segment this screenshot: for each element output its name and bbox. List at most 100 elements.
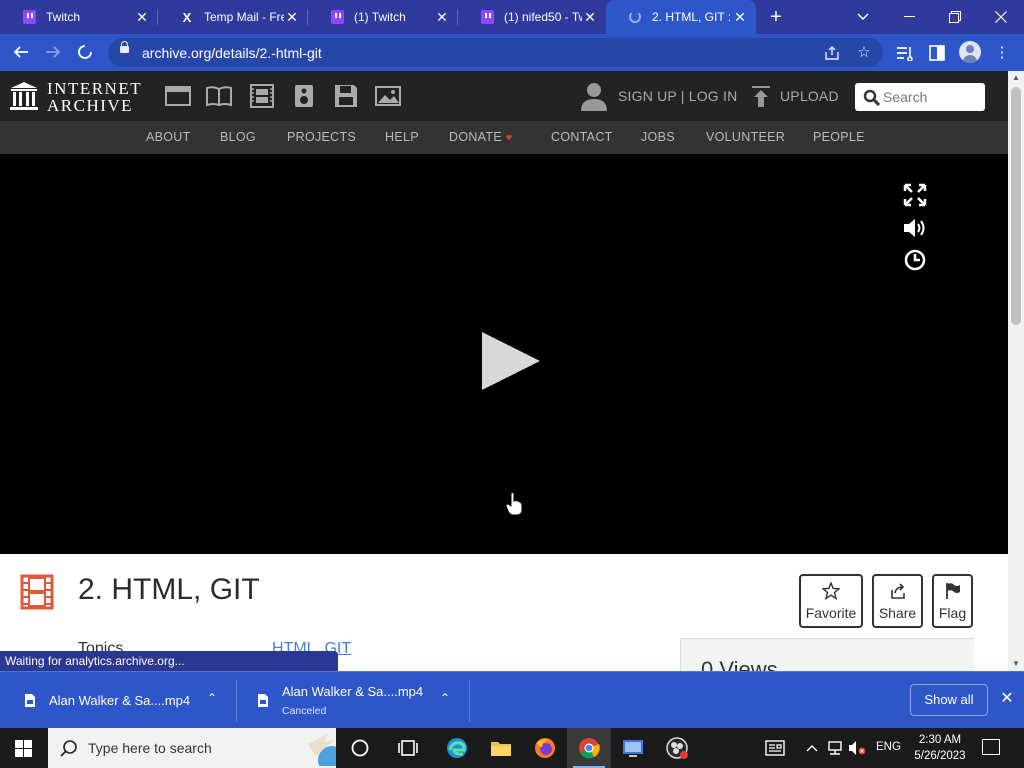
images-icon[interactable] (375, 84, 401, 108)
tab-title: (1) nifed50 - Tw (504, 10, 582, 24)
nav-people[interactable]: PEOPLE (813, 130, 865, 144)
twitch-icon (480, 10, 494, 24)
news-widget-icon[interactable] (764, 739, 786, 757)
url-text[interactable]: archive.org/details/2.-html-git (142, 45, 322, 61)
clock-time: 2:30 AM (918, 734, 962, 746)
nav-volunteer[interactable]: VOLUNTEER (706, 130, 785, 144)
clock-icon[interactable] (903, 248, 927, 272)
nav-about[interactable]: ABOUT (146, 130, 191, 144)
obs-icon[interactable] (655, 728, 699, 768)
close-icon[interactable]: ✕ (732, 9, 748, 25)
tab-temp-mail[interactable]: X Temp Mail - Fre ✕ (158, 0, 308, 34)
tab-twitch[interactable]: Twitch ✕ (0, 0, 158, 34)
twitch-icon (330, 10, 344, 24)
tab-search-icon[interactable] (840, 0, 886, 34)
nav-donate[interactable]: DONATE ♥ (449, 130, 513, 144)
chevron-up-icon[interactable]: ⌃ (437, 691, 453, 707)
page-scrollbar[interactable]: ▲ ▼ (1008, 71, 1024, 671)
tab-title: Temp Mail - Fre (204, 10, 284, 24)
close-icon[interactable]: ✕ (582, 9, 598, 25)
chevron-up-icon[interactable]: ⌃ (204, 691, 220, 707)
nav-blog[interactable]: BLOG (220, 130, 256, 144)
web-icon[interactable] (165, 84, 191, 108)
close-icon[interactable]: ✕ (284, 9, 300, 25)
share-icon[interactable] (822, 43, 842, 63)
download-filename: Alan Walker & Sa....mp4 (282, 684, 424, 699)
volume-muted-icon[interactable] (848, 739, 866, 757)
user-icon[interactable] (580, 81, 608, 111)
edge-icon[interactable] (435, 728, 479, 768)
cortana-icon[interactable] (338, 728, 382, 768)
minimize-button[interactable] (886, 0, 932, 34)
volume-icon[interactable] (903, 216, 927, 240)
forward-button[interactable] (42, 41, 64, 63)
software-icon[interactable] (333, 84, 359, 108)
search-highlight-icon[interactable] (306, 730, 336, 766)
upload-icon[interactable] (752, 86, 770, 108)
lock-icon[interactable] (120, 41, 129, 53)
download-status: Canceled (282, 705, 327, 717)
nav-jobs[interactable]: JOBS (641, 130, 675, 144)
taskbar-search-box[interactable]: Type here to search (48, 728, 336, 768)
flag-icon (945, 583, 960, 599)
tab-html-git[interactable]: 2. HTML, GIT : F ✕ (606, 0, 756, 34)
scrollbar-thumb[interactable] (1011, 87, 1021, 325)
share-button[interactable]: Share (872, 574, 923, 628)
flag-button[interactable]: Flag (932, 574, 973, 628)
video-player[interactable] (0, 154, 1008, 554)
system-clock[interactable]: 2:30 AM 5/26/2023 (910, 732, 970, 764)
stop-loading-icon[interactable] (74, 41, 96, 63)
upload-link[interactable]: UPLOAD (780, 88, 839, 104)
new-tab-button[interactable]: + (766, 7, 786, 27)
nav-projects[interactable]: PROJECTS (287, 130, 356, 144)
notification-center-icon[interactable] (982, 739, 1000, 755)
nav-contact[interactable]: CONTACT (551, 130, 613, 144)
scroll-up-arrow-icon[interactable]: ▲ (1008, 71, 1024, 85)
profile-avatar[interactable] (959, 41, 981, 63)
firefox-icon[interactable] (523, 728, 567, 768)
favorite-button[interactable]: Favorite (799, 574, 863, 628)
file-explorer-icon[interactable] (479, 728, 523, 768)
close-icon[interactable]: ✕ (997, 689, 1017, 709)
fullscreen-icon[interactable] (903, 183, 927, 207)
audio-icon[interactable] (291, 84, 317, 108)
nav-help[interactable]: HELP (385, 130, 419, 144)
ia-logo-icon[interactable] (10, 81, 38, 111)
tab-title: (1) Twitch (354, 10, 406, 24)
file-icon (258, 694, 268, 707)
texts-icon[interactable] (206, 84, 232, 108)
tab-twitch-2[interactable]: (1) Twitch ✕ (308, 0, 458, 34)
video-icon[interactable] (249, 84, 275, 108)
close-icon[interactable]: ✕ (434, 9, 450, 25)
back-button[interactable] (10, 41, 32, 63)
restore-button[interactable] (932, 0, 978, 34)
play-icon[interactable] (480, 330, 542, 392)
ia-logo-text-2[interactable]: ARCHIVE (47, 96, 133, 116)
flag-label: Flag (938, 605, 967, 621)
file-icon (25, 694, 35, 707)
close-icon[interactable]: ✕ (134, 9, 150, 25)
task-view-icon[interactable] (386, 728, 430, 768)
show-all-button[interactable]: Show all (910, 684, 988, 716)
reading-list-icon[interactable] (894, 42, 916, 64)
tab-nifed50[interactable]: (1) nifed50 - Tw ✕ (458, 0, 606, 34)
remote-desktop-icon[interactable] (611, 728, 655, 768)
chevron-up-icon[interactable] (803, 739, 821, 757)
scroll-down-arrow-icon[interactable]: ▼ (1008, 657, 1024, 671)
windows-start-icon[interactable] (15, 740, 32, 757)
bookmark-star-icon[interactable]: ☆ (854, 43, 874, 63)
share-label: Share (878, 605, 917, 621)
download-item-2[interactable]: Alan Walker & Sa....mp4 Canceled ⌃ (257, 672, 467, 729)
language-indicator[interactable]: ENG (876, 741, 901, 753)
ia-search-input[interactable]: Search (855, 83, 985, 111)
menu-kebab-icon[interactable]: ⋮ (991, 42, 1013, 64)
window-close-button[interactable] (978, 0, 1024, 34)
side-panel-icon[interactable] (926, 42, 948, 64)
ia-header: INTERNET ARCHIVE SIGN UP | LOG IN UPLOAD (0, 71, 1008, 121)
chrome-icon[interactable] (567, 728, 611, 768)
network-icon[interactable] (826, 739, 844, 757)
browser-toolbar: archive.org/details/2.-html-git ☆ ⋮ (0, 34, 1024, 71)
download-item-1[interactable]: Alan Walker & Sa....mp4 ⌃ (24, 672, 234, 729)
address-bar[interactable]: archive.org/details/2.-html-git ☆ (108, 38, 883, 67)
signup-login-link[interactable]: SIGN UP | LOG IN (618, 88, 737, 104)
